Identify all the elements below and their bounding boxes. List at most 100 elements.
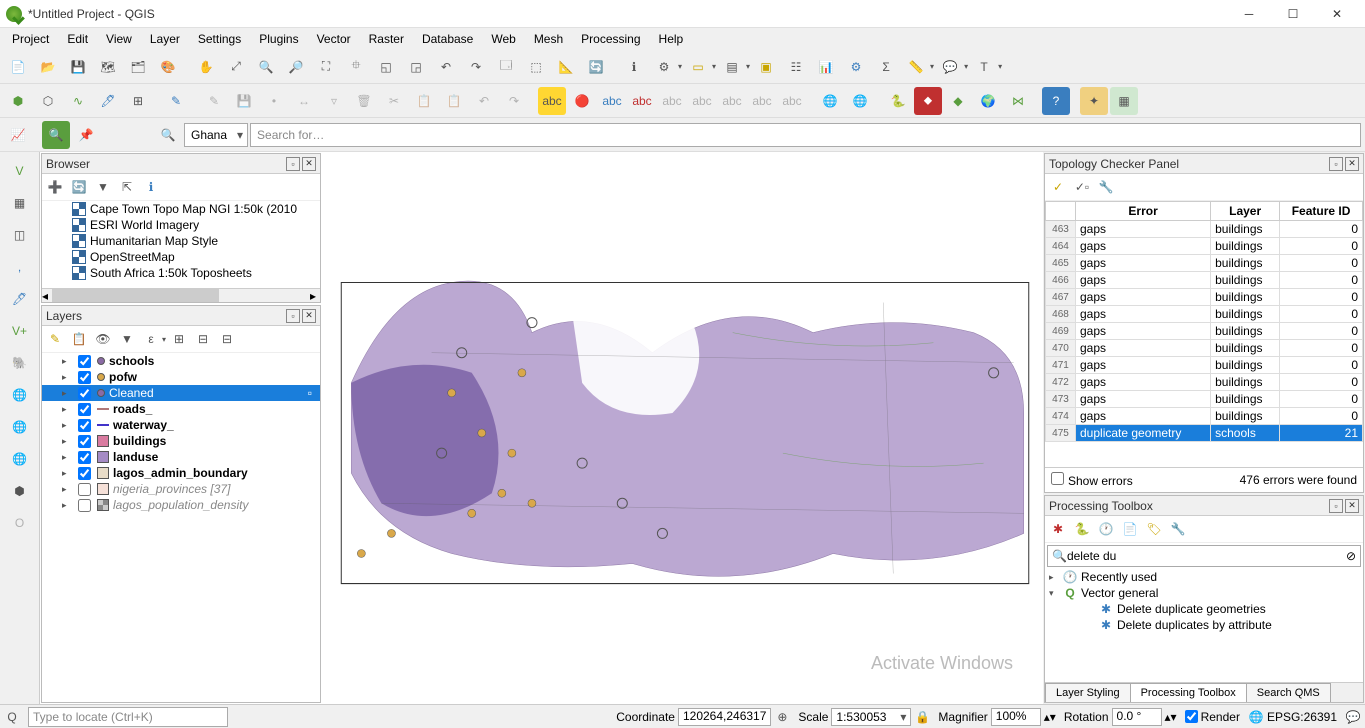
layer-item[interactable]: ▸nigeria_provinces [37] (42, 481, 320, 497)
refresh-icon[interactable]: 🔄 (582, 53, 610, 81)
show-layout-manager-icon[interactable]: 🗂 (124, 53, 152, 81)
coord-input[interactable]: 120264,246317 (678, 708, 771, 726)
rotation-input[interactable]: 0.0 ° (1112, 708, 1162, 726)
style-manager-icon[interactable]: 🎨 (154, 53, 182, 81)
zoom-layer-icon[interactable]: ◱ (372, 53, 400, 81)
layer-visibility-checkbox[interactable] (78, 451, 91, 464)
topology-row[interactable]: 466gapsbuildings0 (1046, 272, 1363, 289)
messages-icon[interactable]: 💬 (1345, 709, 1361, 725)
country-combo[interactable]: Ghana (184, 123, 248, 147)
add-layer-icon[interactable]: ➕ (44, 176, 66, 198)
expand-icon[interactable]: ▸ (62, 452, 72, 463)
paste-features-icon[interactable]: 📋 (440, 87, 468, 115)
expand-icon[interactable]: ▸ (62, 356, 72, 367)
menu-database[interactable]: Database (414, 30, 481, 48)
node-tool-icon[interactable]: ▿ (320, 87, 348, 115)
expand-icon[interactable]: ▸ (62, 372, 72, 383)
new-shapefile-icon[interactable]: ∿ (64, 87, 92, 115)
layers-close-button[interactable]: ✕ (302, 309, 316, 323)
expand-icon[interactable]: ▸ (62, 468, 72, 479)
topology-row[interactable]: 473gapsbuildings0 (1046, 391, 1363, 408)
layer-item[interactable]: ▸waterway_ (42, 417, 320, 433)
menu-edit[interactable]: Edit (59, 30, 96, 48)
browser-scrollbar[interactable]: ◂▸ (42, 288, 320, 302)
topology-close-button[interactable]: ✕ (1345, 157, 1359, 171)
python-console-icon[interactable]: 🐍 (884, 87, 912, 115)
browser-item[interactable]: OpenStreetMap (42, 249, 320, 265)
plugin-globe-icon[interactable]: 🌍 (974, 87, 1002, 115)
label-highlight-icon[interactable]: abc (598, 87, 626, 115)
help-icon[interactable]: ? (1042, 87, 1070, 115)
layer-item[interactable]: ▸pofw (42, 369, 320, 385)
browser-close-button[interactable]: ✕ (302, 157, 316, 171)
crs-button[interactable]: 🌐EPSG:26391 (1248, 709, 1337, 725)
expand-icon[interactable]: ▸ (62, 420, 72, 431)
layer-item[interactable]: ▸schools (42, 353, 320, 369)
plugin-tool2-icon[interactable]: ▦ (1110, 87, 1138, 115)
label-rotate-icon[interactable]: abc (718, 87, 746, 115)
zoom-in-icon[interactable]: 🔍 (252, 53, 280, 81)
new-project-icon[interactable]: 📄 (4, 53, 32, 81)
filter-browser-icon[interactable]: ▼ (92, 176, 114, 198)
add-raster-icon[interactable]: ▦ (4, 189, 36, 217)
processing-search[interactable]: 🔍 ⊘ (1047, 545, 1361, 567)
model-icon[interactable]: ✱ (1047, 518, 1069, 540)
col-feature[interactable]: Feature ID (1280, 202, 1363, 221)
label-move-icon[interactable]: abc (688, 87, 716, 115)
add-mesh-icon[interactable]: ◫ (4, 221, 36, 249)
zoom-native-icon[interactable]: ◲ (402, 53, 430, 81)
close-button[interactable]: ✕ (1315, 0, 1359, 28)
tree-arrow-icon[interactable]: ▾ (1049, 588, 1059, 599)
redo-icon[interactable]: ↷ (500, 87, 528, 115)
menu-help[interactable]: Help (651, 30, 692, 48)
show-errors-checkbox[interactable]: Show errors (1051, 472, 1133, 488)
search-input[interactable]: Search for… (250, 123, 1361, 147)
measure-line-icon[interactable]: 📏 (902, 53, 930, 81)
layer-visibility-checkbox[interactable] (78, 467, 91, 480)
open-data-source-icon[interactable]: ⬢ (4, 87, 32, 115)
layer-visibility-checkbox[interactable] (78, 387, 91, 400)
add-wfs-icon[interactable]: 🌐 (4, 445, 36, 473)
layer-visibility-checkbox[interactable] (78, 435, 91, 448)
browser-item[interactable]: Humanitarian Map Style (42, 233, 320, 249)
collapse-all-layers-icon[interactable]: ⊟ (192, 328, 214, 350)
diagram-icon[interactable]: 🔴 (568, 87, 596, 115)
new-3d-view-icon[interactable]: ⬚ (522, 53, 550, 81)
edit-features-icon[interactable]: 🏷 (1143, 518, 1165, 540)
profile-tool-icon[interactable]: 📈 (4, 121, 32, 149)
add-ogc-icon[interactable]: ⬢ (4, 477, 36, 505)
zoom-out-icon[interactable]: 🔎 (282, 53, 310, 81)
processing-close-button[interactable]: ✕ (1345, 499, 1359, 513)
toggle-editing-icon[interactable]: ✎ (200, 87, 228, 115)
menu-raster[interactable]: Raster (361, 30, 412, 48)
quickosm-icon[interactable]: 🌐 (816, 87, 844, 115)
text-annotation-icon[interactable]: T (970, 53, 998, 81)
style-icon[interactable]: ✎ (44, 328, 66, 350)
osm-download-icon[interactable]: 🌐 (846, 87, 874, 115)
topology-row[interactable]: 474gapsbuildings0 (1046, 408, 1363, 425)
tree-item[interactable]: ▸🕐Recently used (1045, 569, 1363, 585)
identify-icon[interactable]: ℹ (620, 53, 648, 81)
layer-visibility-checkbox[interactable] (78, 355, 91, 368)
history-icon[interactable]: 🕐 (1095, 518, 1117, 540)
browser-item[interactable]: Cape Town Topo Map NGI 1:50k (2010 (42, 201, 320, 217)
save-project-icon[interactable]: 💾 (64, 53, 92, 81)
menu-processing[interactable]: Processing (573, 30, 648, 48)
save-edits-icon[interactable]: 💾 (230, 87, 258, 115)
topology-row[interactable]: 475duplicate geometryschools21 (1046, 425, 1363, 442)
menu-view[interactable]: View (98, 30, 140, 48)
field-calculator-icon[interactable]: 📊 (812, 53, 840, 81)
layer-item[interactable]: ▸lagos_population_density (42, 497, 320, 513)
add-vector-icon[interactable]: V (4, 157, 36, 185)
select-features-icon[interactable]: ▭ (684, 53, 712, 81)
properties-icon[interactable]: ℹ (140, 176, 162, 198)
render-checkbox[interactable]: Render (1185, 710, 1240, 724)
topology-row[interactable]: 468gapsbuildings0 (1046, 306, 1363, 323)
label-toolbar-icon[interactable]: abc (538, 87, 566, 115)
locator-icon[interactable]: Q (4, 709, 20, 725)
menu-layer[interactable]: Layer (142, 30, 188, 48)
expand-icon[interactable]: ▸ (62, 500, 72, 511)
validate-all-icon[interactable]: ✓ (1047, 176, 1069, 198)
move-feature-icon[interactable]: ↔ (290, 87, 318, 115)
layer-visibility-checkbox[interactable] (78, 483, 91, 496)
